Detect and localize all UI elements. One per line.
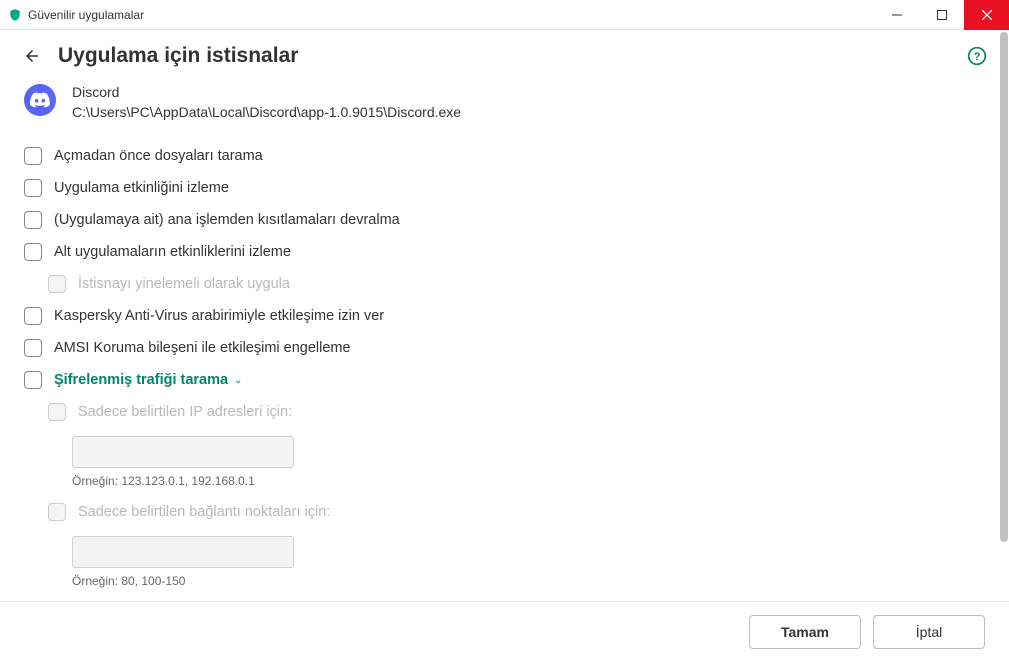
option-only-ips: Sadece belirtilen IP adresleri için: bbox=[24, 396, 985, 428]
window-title: Güvenilir uygulamalar bbox=[28, 8, 874, 22]
ips-input bbox=[72, 436, 294, 468]
option-scan-before-open[interactable]: Açmadan önce dosyaları tarama bbox=[24, 140, 985, 172]
page-header: Uygulama için istisnalar ? bbox=[0, 30, 1009, 78]
footer: Tamam İptal bbox=[0, 601, 1009, 661]
checkbox[interactable] bbox=[24, 339, 42, 357]
back-button[interactable] bbox=[20, 44, 44, 68]
svg-text:?: ? bbox=[974, 51, 981, 63]
titlebar: Güvenilir uygulamalar bbox=[0, 0, 1009, 30]
ok-button[interactable]: Tamam bbox=[749, 615, 861, 649]
checkbox[interactable] bbox=[24, 243, 42, 261]
app-icon bbox=[24, 84, 56, 116]
checkbox bbox=[48, 503, 66, 521]
close-button[interactable] bbox=[964, 0, 1009, 30]
checkbox bbox=[48, 275, 66, 293]
app-name: Discord bbox=[72, 84, 461, 100]
option-label: Sadece belirtilen IP adresleri için: bbox=[78, 404, 292, 420]
option-label: Kaspersky Anti-Virus arabirimiyle etkile… bbox=[54, 308, 384, 324]
ports-block: Örneğin: 80, 100-150 bbox=[24, 530, 985, 588]
help-button[interactable]: ? bbox=[965, 44, 989, 68]
option-label: AMSI Koruma bileşeni ile etkileşimi enge… bbox=[54, 340, 351, 356]
option-label: Açmadan önce dosyaları tarama bbox=[54, 148, 263, 164]
checkbox[interactable] bbox=[24, 371, 42, 389]
checkbox bbox=[48, 403, 66, 421]
maximize-button[interactable] bbox=[919, 0, 964, 30]
cancel-button[interactable]: İptal bbox=[873, 615, 985, 649]
ok-label: Tamam bbox=[781, 624, 829, 640]
checkbox[interactable] bbox=[24, 211, 42, 229]
cancel-label: İptal bbox=[916, 624, 942, 640]
minimize-button[interactable] bbox=[874, 0, 919, 30]
option-block-amsi[interactable]: AMSI Koruma bileşeni ile etkileşimi enge… bbox=[24, 332, 985, 364]
option-label: Sadece belirtilen bağlantı noktaları içi… bbox=[78, 504, 330, 520]
ips-block: Örneğin: 123.123.0.1, 192.168.0.1 bbox=[24, 430, 985, 488]
shield-icon bbox=[8, 8, 22, 22]
option-only-ports: Sadece belirtilen bağlantı noktaları içi… bbox=[24, 496, 985, 528]
option-label: Şifrelenmiş trafiği tarama bbox=[54, 372, 228, 388]
checkbox[interactable] bbox=[24, 307, 42, 325]
scrollbar-thumb[interactable] bbox=[1000, 32, 1008, 542]
chevron-down-icon[interactable]: ⌄ bbox=[234, 375, 242, 386]
checkbox[interactable] bbox=[24, 147, 42, 165]
ports-hint: Örneğin: 80, 100-150 bbox=[72, 574, 985, 588]
option-inherit-restrictions[interactable]: (Uygulamaya ait) ana işlemden kısıtlamal… bbox=[24, 204, 985, 236]
page-title: Uygulama için istisnalar bbox=[58, 44, 965, 68]
option-label: (Uygulamaya ait) ana işlemden kısıtlamal… bbox=[54, 212, 400, 228]
option-monitor-child[interactable]: Alt uygulamaların etkinliklerini izleme bbox=[24, 236, 985, 268]
ports-input bbox=[72, 536, 294, 568]
content-scroll[interactable]: Discord C:\Users\PC\AppData\Local\Discor… bbox=[0, 78, 1009, 601]
option-scan-encrypted[interactable]: Şifrelenmiş trafiği tarama ⌄ bbox=[24, 364, 985, 396]
scrollbar[interactable] bbox=[1000, 32, 1008, 599]
app-info: Discord C:\Users\PC\AppData\Local\Discor… bbox=[24, 78, 985, 140]
option-monitor-activity[interactable]: Uygulama etkinliğini izleme bbox=[24, 172, 985, 204]
checkbox[interactable] bbox=[24, 179, 42, 197]
app-path: C:\Users\PC\AppData\Local\Discord\app-1.… bbox=[72, 104, 461, 120]
option-apply-recursive: İstisnayı yinelemeli olarak uygula bbox=[24, 268, 985, 300]
ips-hint: Örneğin: 123.123.0.1, 192.168.0.1 bbox=[72, 474, 985, 488]
option-allow-av-interface[interactable]: Kaspersky Anti-Virus arabirimiyle etkile… bbox=[24, 300, 985, 332]
option-label: Uygulama etkinliğini izleme bbox=[54, 180, 229, 196]
option-label: İstisnayı yinelemeli olarak uygula bbox=[78, 276, 290, 292]
option-label: Alt uygulamaların etkinliklerini izleme bbox=[54, 244, 291, 260]
